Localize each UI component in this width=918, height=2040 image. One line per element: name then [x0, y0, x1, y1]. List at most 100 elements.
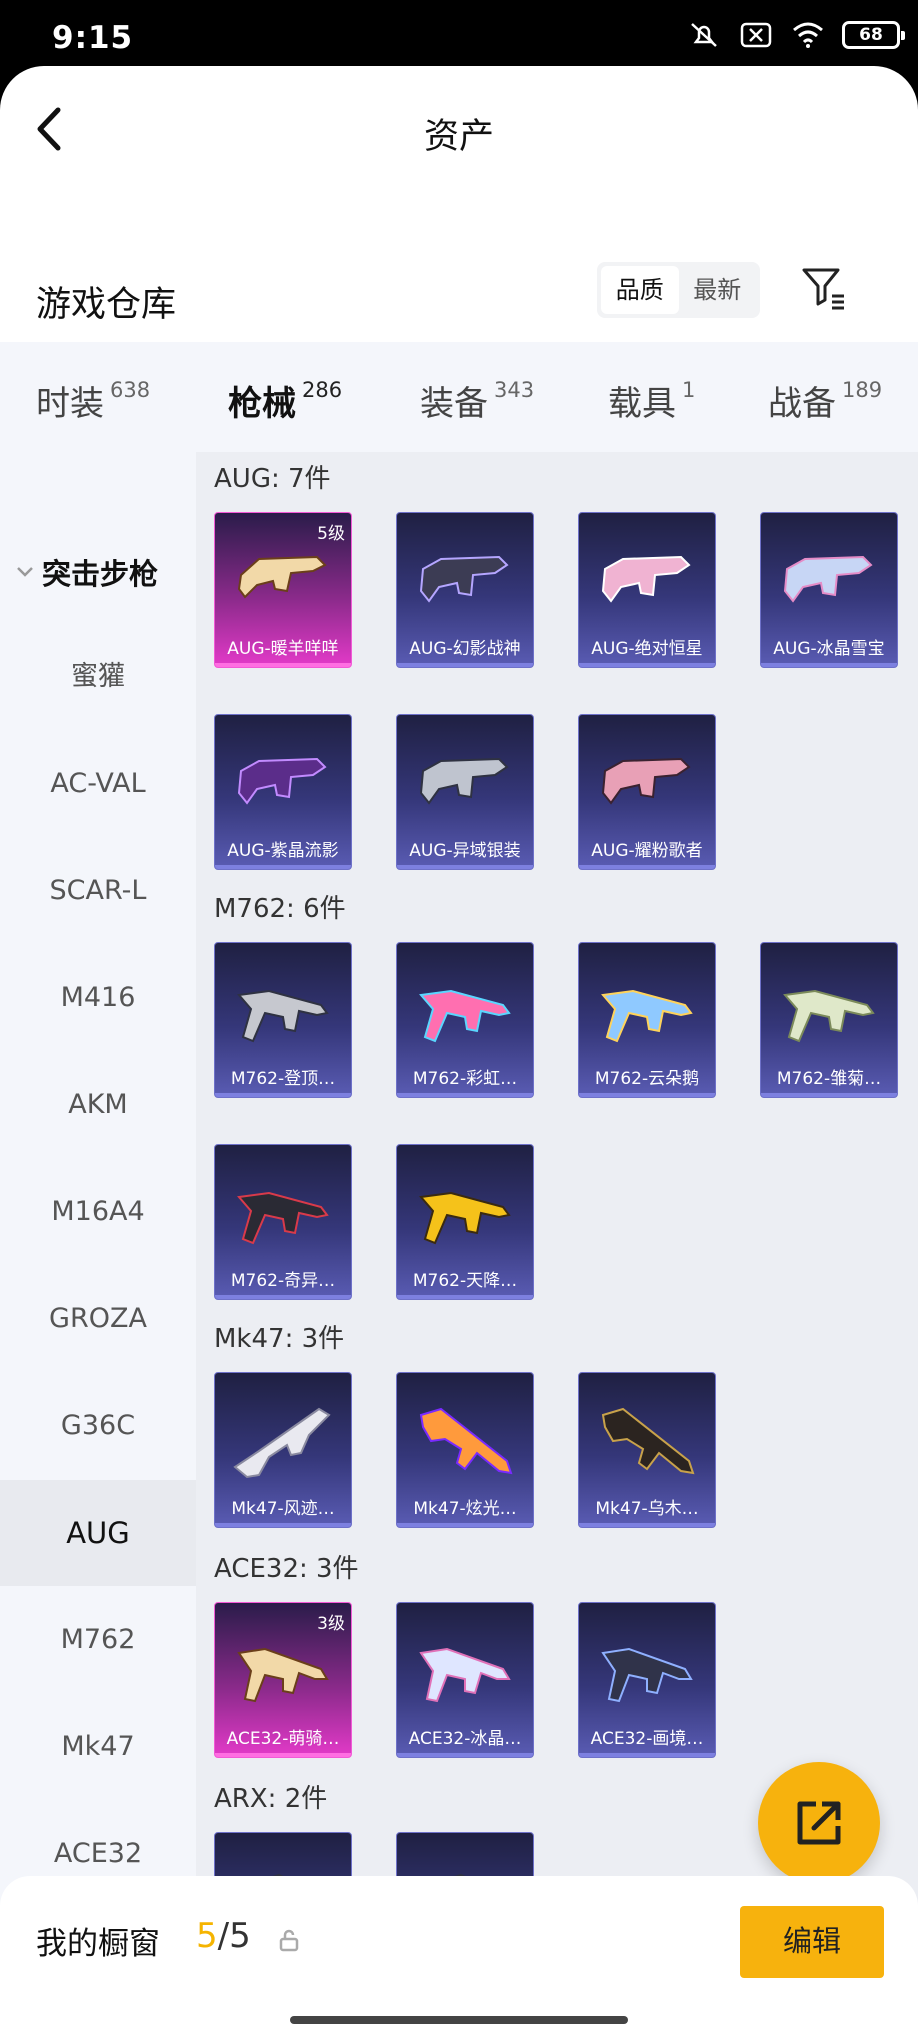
- rifle-icon: [419, 757, 509, 805]
- weapon-card[interactable]: M762-雏菊…: [760, 942, 898, 1098]
- weapon-card[interactable]: 3级 ACE32-萌骑…: [214, 1602, 352, 1758]
- filter-icon[interactable]: [800, 264, 848, 312]
- rifle-icon: [237, 1647, 329, 1703]
- rarity-bar: [761, 1093, 897, 1097]
- sidebar-item-m762[interactable]: M762: [0, 1587, 196, 1693]
- rifle-icon: [419, 1191, 511, 1245]
- showcase-current: 5: [196, 1916, 218, 1956]
- weapon-card[interactable]: Mk47-乌木…: [578, 1372, 716, 1528]
- section-label: ACE32: 3件: [214, 1554, 359, 1584]
- rifle-icon: [419, 1407, 513, 1475]
- status-bar: 9:15 68: [0, 0, 918, 66]
- sort-quality[interactable]: 品质: [601, 266, 679, 314]
- wifi-icon: [793, 22, 823, 48]
- weapon-card[interactable]: AUG-紫晶流影: [214, 714, 352, 870]
- weapon-name: M762-天降…: [412, 1271, 518, 1291]
- edit-button[interactable]: 编辑: [740, 1906, 884, 1978]
- rifle-icon: [601, 1647, 693, 1703]
- showcase-label: 我的橱窗: [36, 1926, 160, 1962]
- weapon-card[interactable]: Mk47-风迹…: [214, 1372, 352, 1528]
- category-tabs: 时装 638 枪械 286 装备 343 载具 1 战备 189: [0, 342, 918, 452]
- weapon-card[interactable]: M762-彩虹…: [396, 942, 534, 1098]
- weapon-card[interactable]: 5级 AUG-暖羊咩咩: [214, 512, 352, 668]
- sidebar-item-honey-badger[interactable]: 蜜獾: [0, 624, 196, 730]
- weapon-card[interactable]: M762-登顶…: [214, 942, 352, 1098]
- weapon-card[interactable]: AUG-冰晶雪宝: [760, 512, 898, 668]
- weapon-grid: AUG: 7件 5级 AUG-暖羊咩咩 AUG-幻影战神 AUG-绝对恒星 AU…: [196, 452, 918, 1940]
- tab-count: 286: [302, 378, 343, 402]
- home-indicator[interactable]: [290, 2016, 628, 2024]
- sidebar-item-m16a4[interactable]: M16A4: [0, 1159, 196, 1265]
- weapon-sidebar: 突击步枪 蜜獾 AC-VAL SCAR-L M416 AKM M16A4 GRO…: [0, 452, 196, 1940]
- section-label: Mk47: 3件: [214, 1324, 345, 1354]
- rarity-bar: [215, 663, 351, 667]
- sidebar-group-label: 突击步枪: [42, 557, 159, 591]
- sidebar-item-scar-l[interactable]: SCAR-L: [0, 838, 196, 944]
- rarity-bar: [761, 663, 897, 667]
- weapon-card[interactable]: AUG-异域银装: [396, 714, 534, 870]
- weapon-card[interactable]: Mk47-炫光…: [396, 1372, 534, 1528]
- sidebar-item-akm[interactable]: AKM: [0, 1052, 196, 1158]
- showcase-separator: /: [217, 1916, 230, 1956]
- weapon-name: Mk47-风迹…: [231, 1499, 335, 1519]
- rifle-icon: [601, 1407, 695, 1475]
- rarity-bar: [579, 1093, 715, 1097]
- no-sim-icon: [740, 22, 772, 48]
- sidebar-item-ac-val[interactable]: AC-VAL: [0, 731, 196, 837]
- rarity-bar: [397, 1295, 533, 1299]
- rifle-icon: [237, 757, 327, 805]
- share-button[interactable]: [758, 1762, 880, 1884]
- weapon-card[interactable]: AUG-绝对恒星: [578, 512, 716, 668]
- weapon-card[interactable]: AUG-幻影战神: [396, 512, 534, 668]
- section-label: AUG: 7件: [214, 464, 331, 494]
- mute-icon: [691, 23, 717, 47]
- weapon-card[interactable]: ACE32-冰晶…: [396, 1602, 534, 1758]
- header: 资产: [0, 66, 918, 196]
- rarity-bar: [397, 1523, 533, 1527]
- battery-icon: 68: [842, 21, 905, 49]
- asset-page: 资产 游戏仓库 品质 最新 时装 638 枪械 286 装备 343 载具 1 …: [0, 66, 918, 2040]
- rarity-bar: [579, 1753, 715, 1757]
- tab-count: 189: [842, 378, 883, 402]
- tab-firearms[interactable]: 枪械 286: [228, 376, 342, 425]
- sidebar-item-g36c[interactable]: G36C: [0, 1373, 196, 1479]
- weapon-name: M762-雏菊…: [776, 1069, 882, 1089]
- tab-outfits[interactable]: 时装 638: [36, 376, 150, 425]
- weapon-card[interactable]: ACE32-画境…: [578, 1602, 716, 1758]
- weapon-name: M762-彩虹…: [412, 1069, 518, 1089]
- showcase-total: 5: [229, 1916, 251, 1956]
- rifle-icon: [783, 555, 873, 603]
- tab-battle-gear[interactable]: 战备 189: [768, 376, 882, 425]
- sort-newest[interactable]: 最新: [679, 266, 757, 314]
- sidebar-item-groza[interactable]: GROZA: [0, 1266, 196, 1372]
- rarity-bar: [579, 1523, 715, 1527]
- tab-equipment[interactable]: 装备 343: [420, 376, 534, 425]
- weapon-card[interactable]: M762-天降…: [396, 1144, 534, 1300]
- weapon-name: AUG-冰晶雪宝: [773, 639, 885, 659]
- section-label: ARX: 2件: [214, 1784, 328, 1814]
- sidebar-group-assault-rifles[interactable]: 突击步枪: [14, 550, 158, 594]
- weapon-name: AUG-绝对恒星: [591, 639, 703, 659]
- weapon-name: ACE32-萌骑…: [226, 1729, 340, 1749]
- weapon-name: M762-奇异…: [230, 1271, 336, 1291]
- tab-vehicles[interactable]: 载具 1: [608, 376, 695, 425]
- page-title: 资产: [423, 117, 494, 157]
- sidebar-item-mk47[interactable]: Mk47: [0, 1694, 196, 1800]
- chevron-down-icon: [17, 567, 33, 577]
- rifle-icon: [419, 1647, 511, 1703]
- rifle-icon: [419, 989, 511, 1043]
- weapon-card[interactable]: M762-奇异…: [214, 1144, 352, 1300]
- sort-toggle: 品质 最新: [597, 262, 760, 318]
- weapon-name: AUG-幻影战神: [409, 639, 521, 659]
- tab-label: 时装: [36, 384, 104, 424]
- weapon-name: AUG-暖羊咩咩: [227, 639, 339, 659]
- tab-label: 装备: [420, 384, 488, 424]
- sidebar-item-m416[interactable]: M416: [0, 945, 196, 1051]
- weapon-card[interactable]: AUG-耀粉歌者: [578, 714, 716, 870]
- tab-count: 638: [110, 378, 151, 402]
- sidebar-item-aug[interactable]: AUG: [0, 1480, 196, 1586]
- rarity-bar: [215, 1093, 351, 1097]
- weapon-card[interactable]: M762-云朵鹅: [578, 942, 716, 1098]
- rarity-bar: [397, 865, 533, 869]
- tab-label: 枪械: [228, 384, 296, 424]
